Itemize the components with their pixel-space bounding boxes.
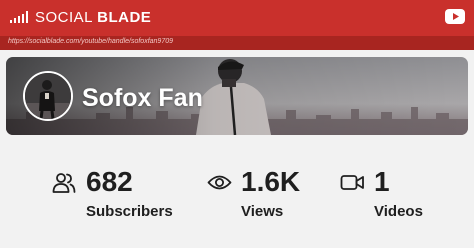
subscribers-label: Subscribers <box>86 203 173 220</box>
views-label: Views <box>241 203 284 220</box>
banner-image <box>6 57 468 135</box>
avatar-image <box>25 73 71 119</box>
channel-name: Sofox Fan <box>82 84 203 112</box>
top-navbar: SOCIAL BLADE <box>0 0 474 36</box>
stats-row: 682 Subscribers 1.6K Views 1 Videos <box>6 150 468 248</box>
channel-url[interactable]: https://socialblade.com/youtube/handle/s… <box>8 38 173 45</box>
channel-avatar[interactable] <box>23 71 73 121</box>
channel-banner: Sofox Fan <box>6 57 468 135</box>
videos-label: Videos <box>374 203 423 220</box>
videos-value: 1 <box>374 166 390 197</box>
users-icon <box>52 173 76 193</box>
video-camera-icon <box>340 175 364 190</box>
url-bar: https://socialblade.com/youtube/handle/s… <box>0 36 474 50</box>
brand-logo-link[interactable]: SOCIAL BLADE <box>35 9 151 26</box>
subscribers-value: 682 <box>86 166 133 197</box>
youtube-icon[interactable] <box>445 9 465 24</box>
brand-name-bold: BLADE <box>97 9 152 26</box>
views-value: 1.6K <box>241 166 301 197</box>
brand-name-light: SOCIAL <box>35 9 98 26</box>
eye-icon <box>207 175 232 190</box>
signal-bars-icon <box>10 11 30 23</box>
